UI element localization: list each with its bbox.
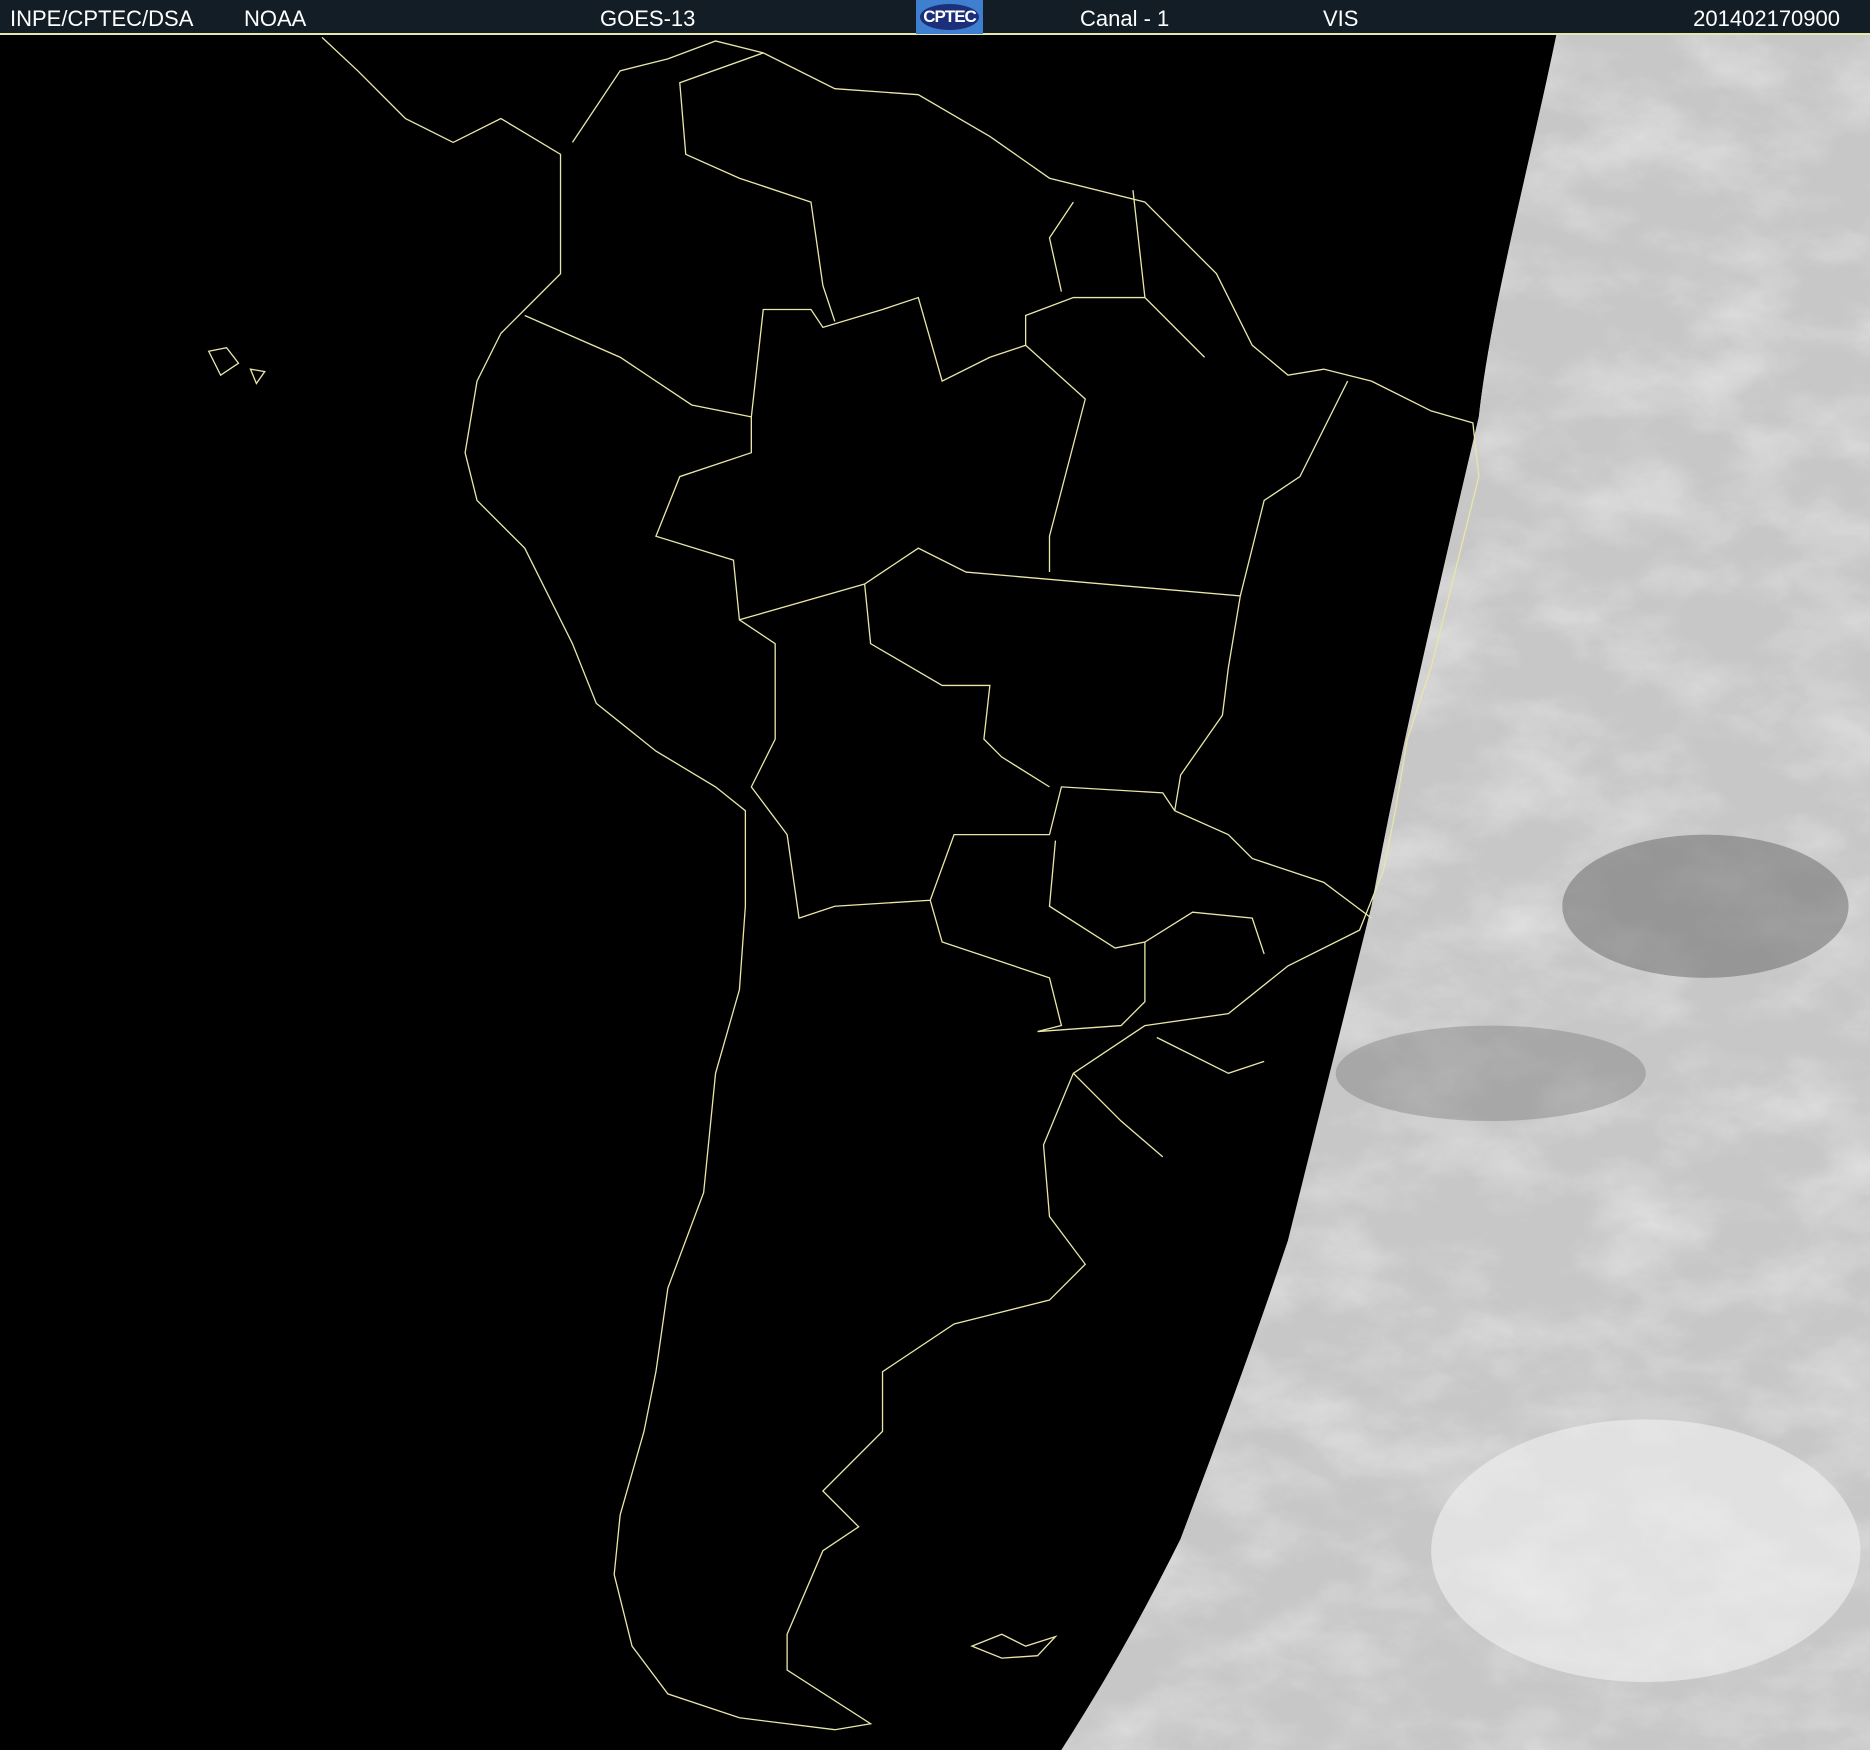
source-label: NOAA xyxy=(244,6,307,31)
header-bar: INPE/CPTEC/DSA NOAA GOES-13 CPTEC Canal … xyxy=(0,0,1870,35)
satellite-label: GOES-13 xyxy=(600,6,696,31)
satellite-image xyxy=(0,35,1870,1750)
logo-text: CPTEC xyxy=(923,7,977,26)
cptec-logo: CPTEC xyxy=(916,0,983,34)
channel-label: Canal - 1 xyxy=(1080,6,1170,31)
band-label: VIS xyxy=(1323,6,1359,31)
agency-label: INPE/CPTEC/DSA xyxy=(10,6,194,31)
timestamp-label: 201402170900 xyxy=(1693,6,1840,31)
